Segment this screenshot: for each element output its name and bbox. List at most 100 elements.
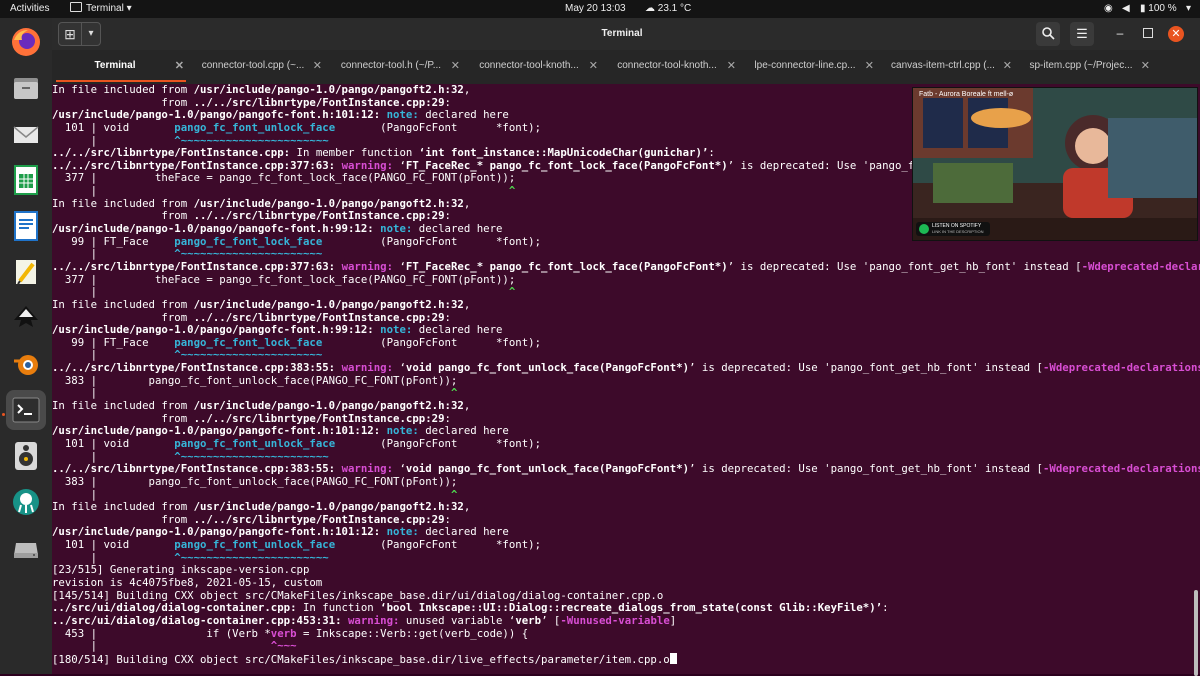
terminal-segment: ,: [463, 84, 471, 96]
clock[interactable]: May 20 13:03: [565, 0, 626, 18]
terminal-segment: ../../src/libnrtype/FontInstance.cpp:377…: [52, 158, 336, 172]
terminal-segment: note:: [380, 222, 413, 236]
terminal-segment: ’ is deprecated: Use 'pango_font_get_hb_…: [689, 462, 1043, 476]
tab-close-icon[interactable]: ✕: [451, 50, 460, 82]
video-player[interactable]: Fatb - Aurora Boreale ft mell-ø LISTEN O…: [912, 87, 1198, 241]
terminal-scrollbar[interactable]: [1194, 590, 1198, 676]
video-scene-image: [913, 88, 1197, 240]
spreadsheet-icon[interactable]: [6, 160, 46, 200]
tab-close-icon[interactable]: ✕: [175, 50, 184, 82]
terminal-icon[interactable]: [6, 390, 46, 430]
terminal-segment: from: [52, 411, 194, 425]
terminal-segment: void pango_fc_font_unlock_face(PangoFcFo…: [405, 361, 690, 375]
rhythmbox-icon[interactable]: [6, 436, 46, 476]
network-icon[interactable]: ◉: [1104, 0, 1113, 18]
terminal-segment: |: [52, 133, 175, 147]
terminal-line: [180/514] Building CXX object src/CMakeF…: [52, 652, 1200, 666]
tab-close-icon[interactable]: ✕: [865, 50, 874, 82]
terminal-segment: ,: [463, 399, 471, 413]
terminal-segment: ../../src/libnrtype/FontInstance.cpp:29: [193, 209, 445, 223]
tab-label: connector-tool-knoth...: [617, 60, 717, 71]
terminal-segment: note:: [386, 108, 419, 122]
running-indicator: [2, 413, 5, 416]
terminal-segment: ’ [: [541, 613, 561, 627]
terminal-segment: -Wdeprecated-declarations: [1081, 259, 1200, 273]
terminal-segment: /usr/include/pango-1.0/pango/pangofc-fon…: [52, 323, 374, 337]
minimize-button[interactable]: –: [1112, 26, 1128, 42]
terminal-segment: from: [52, 209, 194, 223]
weather-indicator[interactable]: ☁ 23.1 °C: [645, 0, 691, 18]
terminal-segment: warning:: [348, 613, 400, 627]
tab-4[interactable]: connector-tool-knoth... ✕: [466, 50, 604, 84]
gitkraken-icon[interactable]: [6, 482, 46, 522]
terminal-segment: ../../src/libnrtype/FontInstance.cpp:29: [193, 95, 445, 109]
tab-2[interactable]: connector-tool.cpp (~... ✕: [190, 50, 328, 84]
maximize-button[interactable]: [1140, 26, 1156, 42]
terminal-segment: note:: [386, 424, 419, 438]
terminal-segment: ../../src/libnrtype/FontInstance.cpp:29: [193, 512, 445, 526]
tab-close-icon[interactable]: ✕: [313, 50, 322, 82]
terminal-segment: declared here: [412, 222, 503, 236]
close-button[interactable]: ✕: [1168, 26, 1184, 42]
text-editor-icon[interactable]: [6, 252, 46, 292]
app-menu[interactable]: Terminal ▾: [70, 0, 132, 18]
terminal-segment: warning:: [341, 462, 394, 476]
terminal-segment: ../../src/libnrtype/FontInstance.cpp:383…: [52, 361, 336, 375]
terminal-segment: |: [52, 487, 451, 501]
tab-close-icon[interactable]: ✕: [1141, 50, 1150, 82]
tab-8[interactable]: sp-item.cpp (~/Projec... ✕: [1018, 50, 1156, 84]
volume-icon[interactable]: ◀: [1122, 0, 1130, 18]
terminal-segment: |: [52, 386, 451, 400]
battery-indicator[interactable]: ▮ 100 %: [1140, 0, 1177, 18]
terminal-segment: In file included from: [52, 399, 194, 413]
terminal-segment: In function: [296, 601, 381, 615]
tab-close-icon[interactable]: ✕: [727, 50, 736, 82]
tab-close-icon[interactable]: ✕: [589, 50, 598, 82]
activities-button[interactable]: Activities: [10, 0, 49, 18]
files-icon[interactable]: [6, 68, 46, 108]
terminal-segment: [145/514] Building CXX object src/CMakeF…: [52, 588, 664, 602]
tab-3[interactable]: connector-tool.h (~/P... ✕: [328, 50, 466, 84]
writer-icon[interactable]: [6, 206, 46, 246]
terminal-segment: ^: [450, 386, 458, 400]
spotify-badge[interactable]: LISTEN ON SPOTIFY LINK IN THE DESCRIPTIO…: [916, 222, 990, 236]
tab-6[interactable]: lpe-connector-line.cp... ✕: [742, 50, 880, 84]
tab-1[interactable]: Terminal ✕: [52, 50, 190, 84]
search-button[interactable]: [1036, 22, 1060, 46]
terminal-segment: pango_fc_font_unlock_face: [174, 436, 336, 450]
terminal-segment: 101 | void: [52, 120, 175, 134]
menu-button[interactable]: ☰: [1070, 22, 1094, 46]
battery-icon: ▮: [1140, 3, 1146, 14]
terminal-segment: /usr/include/pango-1.0/pango/pangofc-fon…: [52, 525, 381, 539]
blender-icon[interactable]: [6, 344, 46, 384]
terminal-segment: 383 | pango_fc_font_unlock_face(PANGO_FC…: [52, 373, 458, 387]
tab-5[interactable]: connector-tool-knoth... ✕: [604, 50, 742, 84]
spotify-icon: [919, 224, 929, 234]
terminal-segment: ../../src/libnrtype/FontInstance.cpp:383…: [52, 462, 336, 476]
drive-icon[interactable]: [6, 528, 46, 568]
terminal-segment: ’ is deprecated: Use 'pango_font_get_hb_…: [727, 259, 1082, 273]
terminal-segment: warning:: [341, 158, 394, 172]
terminal-segment: ‘int font_instance::MapUnicodeChar(gunic…: [418, 146, 709, 160]
tab-7[interactable]: canvas-item-ctrl.cpp (... ✕: [880, 50, 1018, 84]
terminal-line: | ^~~~: [52, 639, 1200, 653]
terminal-segment: ^~~~~~~~~~~~~~~~~~~~~~~~: [174, 449, 329, 463]
terminal-segment: pango_fc_font_unlock_face: [174, 120, 336, 134]
terminal-segment: |: [52, 247, 175, 261]
terminal-segment: ^: [508, 285, 516, 299]
terminal-segment: /usr/include/pango-1.0/pango/pangoft2.h:…: [193, 500, 464, 514]
firefox-icon[interactable]: [6, 22, 46, 62]
inkscape-icon[interactable]: [6, 298, 46, 338]
system-menu-chevron-icon[interactable]: ▾: [1186, 0, 1191, 18]
tab-bar: Terminal ✕ connector-tool.cpp (~... ✕ connec…: [52, 50, 1200, 84]
terminal-segment: /usr/include/pango-1.0/pango/pangoft2.h:…: [193, 399, 464, 413]
battery-level: 100 %: [1148, 3, 1177, 14]
tab-label: lpe-connector-line.cp...: [754, 60, 856, 71]
terminal-segment: ../../src/libnrtype/FontInstance.cpp:29: [193, 310, 445, 324]
mail-icon[interactable]: [6, 114, 46, 154]
tab-close-icon[interactable]: ✕: [1003, 50, 1012, 82]
terminal-segment: |: [52, 449, 175, 463]
terminal-segment: = Inkscape::Verb::get(verb_code)) {: [296, 626, 529, 640]
terminal-segment: unused variable ‘: [399, 613, 516, 627]
terminal-segment: declared here: [418, 108, 509, 122]
